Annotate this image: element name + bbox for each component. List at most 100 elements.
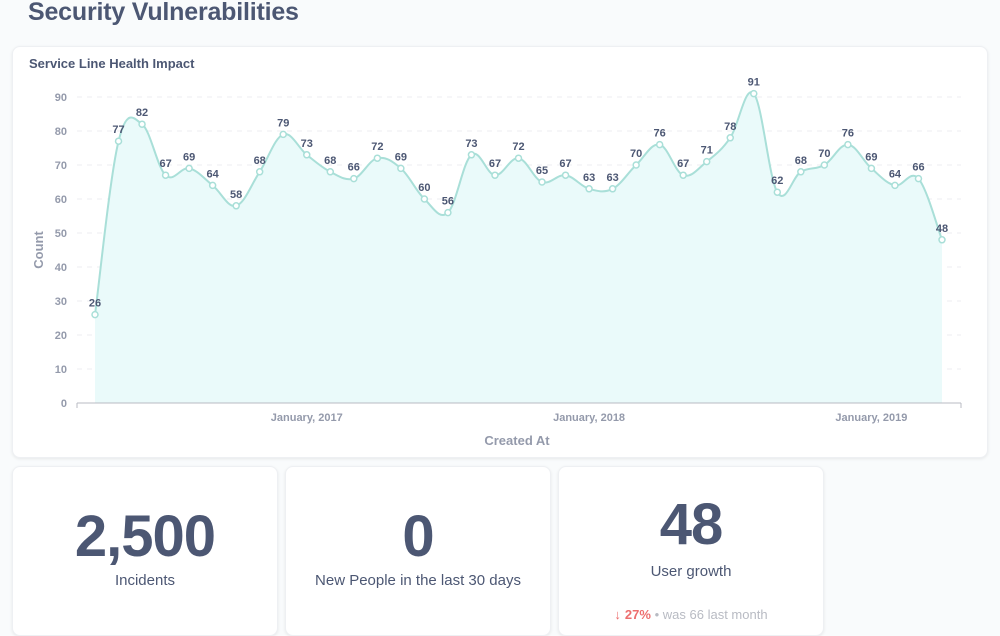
data-label: 60 xyxy=(418,182,430,194)
data-label: 67 xyxy=(559,158,571,170)
data-label: 70 xyxy=(630,148,642,160)
comparison-period: last month xyxy=(707,607,768,622)
arrow-down-icon: ↓ xyxy=(614,607,621,622)
data-point[interactable] xyxy=(303,151,311,159)
data-point[interactable] xyxy=(91,310,99,319)
data-label: 66 xyxy=(912,162,924,174)
data-label: 64 xyxy=(889,168,902,180)
y-axis-title: Count xyxy=(31,231,46,269)
data-point[interactable] xyxy=(138,120,146,128)
data-label: 82 xyxy=(136,107,148,119)
data-point[interactable] xyxy=(797,168,805,176)
scalar-title[interactable]: Incidents xyxy=(13,572,277,589)
data-point[interactable] xyxy=(491,171,499,179)
data-label: 66 xyxy=(348,162,360,174)
data-label: 76 xyxy=(842,128,854,140)
y-tick-label: 50 xyxy=(55,228,67,240)
data-point[interactable] xyxy=(585,185,593,193)
separator-dot: • xyxy=(654,607,660,622)
y-tick-label: 70 xyxy=(55,160,67,172)
data-point[interactable] xyxy=(350,174,358,183)
data-label: 65 xyxy=(536,165,548,177)
data-label: 58 xyxy=(230,189,242,201)
data-label: 69 xyxy=(865,151,877,163)
data-point[interactable] xyxy=(161,171,170,179)
y-tick-label: 20 xyxy=(55,330,67,342)
x-tick-label: January, 2019 xyxy=(835,412,907,424)
data-label: 79 xyxy=(277,117,289,129)
data-label: 73 xyxy=(465,138,477,150)
data-label: 73 xyxy=(301,138,313,150)
data-label: 72 xyxy=(371,141,383,153)
data-label: 56 xyxy=(442,196,454,208)
data-point[interactable] xyxy=(255,168,264,176)
data-point[interactable] xyxy=(467,151,476,159)
data-label: 63 xyxy=(606,172,618,184)
data-point[interactable] xyxy=(702,157,711,166)
data-label: 69 xyxy=(183,151,195,163)
data-label: 64 xyxy=(207,168,220,180)
y-tick-label: 10 xyxy=(55,364,67,376)
data-label: 72 xyxy=(512,141,524,153)
scalar-card-user-growth[interactable]: 48 User growth ↓ 27% • was 66 last month xyxy=(558,466,824,636)
data-point[interactable] xyxy=(279,130,287,139)
data-point[interactable] xyxy=(867,164,876,173)
data-point[interactable] xyxy=(938,236,946,244)
data-label: 78 xyxy=(724,121,736,133)
x-tick-label: January, 2018 xyxy=(553,412,625,424)
data-point[interactable] xyxy=(891,181,899,190)
data-label: 48 xyxy=(936,223,948,235)
data-label: 69 xyxy=(395,151,407,163)
chart-card: Service Line Health Impact 0 10 20 30 40 50 60… xyxy=(12,46,988,458)
data-label: 67 xyxy=(159,158,171,170)
previous-value: was 66 xyxy=(662,607,704,622)
data-label: 26 xyxy=(89,298,101,310)
data-point[interactable] xyxy=(326,168,335,176)
data-point[interactable] xyxy=(561,171,570,179)
data-label: 68 xyxy=(324,155,336,167)
data-point[interactable] xyxy=(420,195,429,203)
data-label: 63 xyxy=(583,172,595,184)
data-point[interactable] xyxy=(514,154,523,162)
y-tick-label: 90 xyxy=(55,92,67,104)
y-tick-label: 40 xyxy=(55,262,67,274)
data-point[interactable] xyxy=(750,89,758,98)
data-label: 76 xyxy=(654,128,666,140)
data-point[interactable] xyxy=(373,154,382,162)
scalar-value: 0 xyxy=(402,504,434,569)
x-tick-label: January, 2017 xyxy=(271,412,343,424)
data-point[interactable] xyxy=(232,202,240,210)
data-label: 62 xyxy=(771,175,783,187)
x-axis-title: Created At xyxy=(484,433,550,448)
data-label: 71 xyxy=(701,145,713,157)
data-point[interactable] xyxy=(820,161,829,169)
series-area xyxy=(95,92,942,403)
data-point[interactable] xyxy=(538,178,546,186)
scalar-comparison: ↓ 27% • was 66 last month xyxy=(559,607,823,622)
data-point[interactable] xyxy=(844,140,852,149)
data-point[interactable] xyxy=(655,140,664,149)
data-point[interactable] xyxy=(397,164,405,173)
scalar-card-new-people[interactable]: 0 New People in the last 30 days xyxy=(285,466,551,636)
data-point[interactable] xyxy=(208,181,217,190)
data-point[interactable] xyxy=(114,137,123,145)
data-point[interactable] xyxy=(726,134,734,142)
y-tick-label: 30 xyxy=(55,296,67,308)
scalar-value: 48 xyxy=(659,492,724,557)
data-point[interactable] xyxy=(773,188,782,196)
y-tick-label: 60 xyxy=(55,194,67,206)
scalar-card-incidents[interactable]: 2,500 Incidents xyxy=(12,466,278,636)
line-chart: 0102030405060708090 January, 2017 January… xyxy=(31,77,962,448)
y-axis-ticks: 0 10 20 30 40 50 60 70 80 90 xyxy=(55,92,67,410)
data-point[interactable] xyxy=(632,161,640,169)
data-label: 70 xyxy=(818,148,830,160)
scalar-title[interactable]: User growth xyxy=(559,563,823,580)
scalar-title[interactable]: New People in the last 30 days xyxy=(286,572,550,589)
data-point[interactable] xyxy=(444,208,452,217)
data-label: 67 xyxy=(677,158,689,170)
data-point[interactable] xyxy=(679,171,687,179)
data-point[interactable] xyxy=(914,174,923,183)
data-point[interactable] xyxy=(608,185,617,193)
y-tick-label: 80 xyxy=(55,126,67,138)
data-point[interactable] xyxy=(185,164,193,173)
